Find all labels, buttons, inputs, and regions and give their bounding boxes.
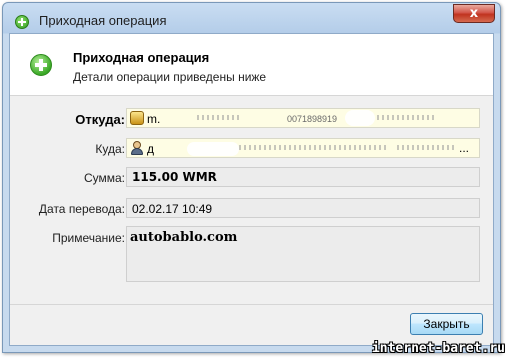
close-button[interactable]: Закрыть — [410, 313, 483, 335]
user-icon — [130, 141, 144, 155]
window-close-button[interactable]: x — [453, 4, 495, 23]
redacted-text — [377, 115, 437, 120]
to-value-tail: ... — [459, 141, 470, 155]
amount-value: 115.00 WMR — [132, 170, 217, 184]
title-bar[interactable]: Приходная операция x — [3, 3, 500, 36]
date-field[interactable]: 02.02.17 10:49 — [126, 198, 480, 218]
header-subtitle: Детали операции приведены ниже — [73, 70, 267, 84]
from-value-tail: 0071898919 — [287, 114, 338, 124]
redaction-mark — [345, 110, 375, 126]
transaction-dialog: Приходная операция x Приходная операция … — [2, 2, 501, 353]
to-label: Куда: — [95, 142, 125, 156]
redacted-text — [239, 145, 389, 150]
incoming-operation-icon — [30, 54, 52, 76]
close-icon: x — [469, 6, 479, 21]
date-value: 02.02.17 10:49 — [132, 202, 213, 216]
dialog-footer: Закрыть — [10, 304, 493, 345]
header-title: Приходная операция — [73, 50, 210, 65]
wallet-icon — [130, 111, 144, 125]
header-panel: Приходная операция Детали операции приве… — [10, 34, 493, 96]
note-label: Примечание: — [52, 231, 125, 245]
amount-label: Сумма: — [83, 171, 125, 185]
from-field[interactable]: m. 0071898919 — [126, 108, 480, 128]
to-value: д — [147, 142, 155, 156]
from-label: Откуда: — [75, 112, 125, 127]
to-field[interactable]: д ... — [126, 138, 480, 158]
amount-field[interactable]: 115.00 WMR — [126, 167, 480, 187]
note-field[interactable]: autobablo.com — [126, 226, 480, 282]
redaction-mark — [187, 142, 239, 156]
note-value: autobablo.com — [130, 230, 238, 245]
from-value: m. — [147, 112, 161, 126]
dialog-content: Приходная операция Детали операции приве… — [9, 33, 494, 346]
date-label: Дата перевода: — [38, 202, 125, 216]
window-title: Приходная операция — [39, 13, 167, 28]
add-circle-icon — [15, 15, 29, 29]
redacted-text — [197, 115, 241, 120]
redacted-text — [397, 145, 457, 150]
watermark: internet-baret.ru — [371, 341, 505, 356]
